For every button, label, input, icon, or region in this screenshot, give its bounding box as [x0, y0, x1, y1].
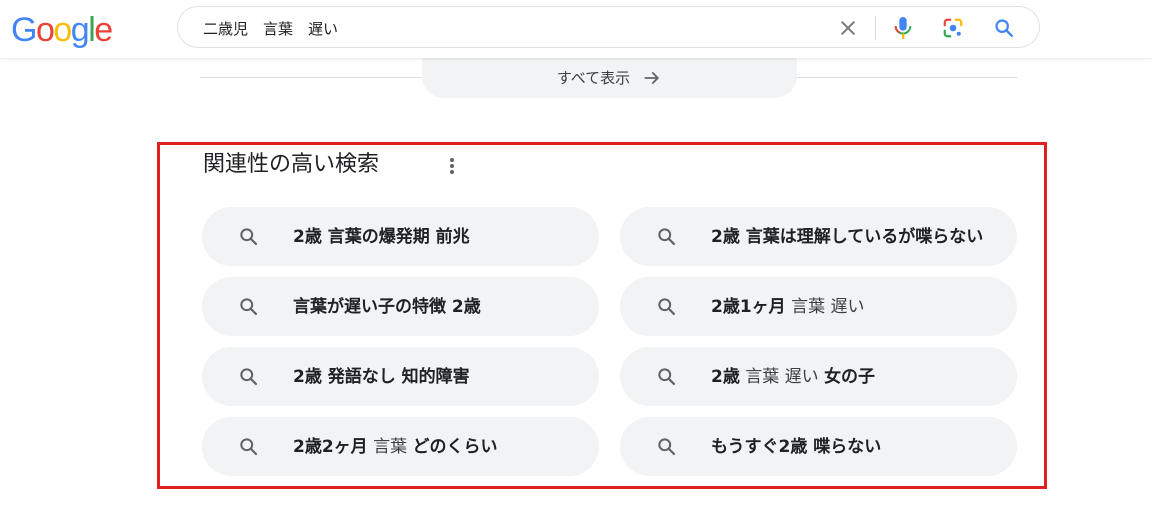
search-icon[interactable] — [992, 16, 1016, 40]
search-icon — [656, 226, 677, 247]
search-box-divider — [875, 16, 876, 40]
related-search-term: 言葉 遅い — [785, 296, 865, 317]
logo-letter: g — [70, 11, 90, 49]
search-icon — [656, 366, 677, 387]
show-all-label: すべて表示 — [556, 69, 631, 87]
microphone-icon[interactable] — [891, 16, 915, 40]
related-search-term-bold: 2歳 — [711, 366, 740, 387]
related-search-label: 2歳 言葉の爆発期 前兆 — [293, 207, 577, 266]
related-search-chip[interactable]: もうすぐ2歳 喋らない — [620, 417, 1017, 476]
related-search-term: 言葉 — [367, 436, 413, 457]
related-search-chip[interactable]: 2歳 言葉 遅い 女の子 — [620, 347, 1017, 406]
related-search-label: 言葉が遅い子の特徴 2歳 — [293, 277, 577, 336]
related-search-chip[interactable]: 言葉が遅い子の特徴 2歳 — [202, 277, 599, 336]
related-search-chip[interactable]: 2歳 言葉の爆発期 前兆 — [202, 207, 599, 266]
related-search-text: 2歳 言葉 遅い 女の子 — [711, 363, 875, 391]
related-search-text: 2歳2ヶ月 言葉 どのくらい — [293, 433, 497, 461]
related-search-label: 2歳1ヶ月 言葉 遅い — [711, 277, 995, 336]
related-search-term-bold: 2歳 発語なし 知的障害 — [293, 366, 470, 387]
logo-letter: o — [35, 11, 55, 49]
related-search-term: 言葉 遅い — [739, 366, 825, 387]
search-box — [177, 6, 1040, 48]
related-search-text: 2歳 言葉の爆発期 前兆 — [293, 223, 470, 251]
search-icon — [238, 436, 259, 457]
related-search-label: もうすぐ2歳 喋らない — [711, 417, 995, 476]
search-icon — [238, 296, 259, 317]
related-search-term-bold: 言葉が遅い子の特徴 2歳 — [293, 296, 481, 317]
related-search-term-bold: 2歳1ヶ月 — [711, 296, 786, 317]
related-search-text: 言葉が遅い子の特徴 2歳 — [293, 293, 481, 321]
search-icon — [656, 296, 677, 317]
related-search-term-bold: 2歳2ヶ月 — [293, 436, 368, 457]
google-logo[interactable]: Google — [11, 10, 113, 50]
related-searches-title: 関連性の高い検索 — [203, 152, 380, 177]
related-search-term-bold: 2歳 言葉は理解しているが喋らない — [711, 226, 984, 247]
related-search-term-bold: 2歳 言葉の爆発期 前兆 — [293, 226, 470, 247]
related-search-term-bold: 女の子 — [824, 366, 876, 387]
related-search-term-bold: どのくらい — [412, 436, 498, 457]
close-icon[interactable] — [836, 16, 860, 40]
related-search-label: 2歳2ヶ月 言葉 どのくらい — [293, 417, 577, 476]
related-search-chip[interactable]: 2歳 言葉は理解しているが喋らない — [620, 207, 1017, 266]
related-search-label: 2歳 言葉 遅い 女の子 — [711, 347, 995, 406]
search-input[interactable] — [203, 15, 823, 41]
related-search-text: 2歳 発語なし 知的障害 — [293, 363, 470, 391]
related-search-label: 2歳 言葉は理解しているが喋らない — [711, 207, 995, 266]
search-icon — [238, 226, 259, 247]
logo-letter: o — [53, 11, 72, 49]
related-search-term-bold: もうすぐ2歳 喋らない — [711, 436, 882, 457]
related-search-chip[interactable]: 2歳2ヶ月 言葉 どのくらい — [202, 417, 599, 476]
related-search-text: もうすぐ2歳 喋らない — [711, 433, 881, 461]
related-search-chip[interactable]: 2歳1ヶ月 言葉 遅い — [620, 277, 1017, 336]
show-all-button[interactable]: すべて表示 — [422, 57, 797, 98]
camera-lens-icon[interactable] — [941, 16, 965, 40]
search-icon — [238, 366, 259, 387]
related-search-label: 2歳 発語なし 知的障害 — [293, 347, 577, 406]
search-results-page: Google 二歳児 言葉 遅い すべて表示 関連性の高い検索 2歳 言葉の爆発… — [0, 0, 1152, 515]
logo-letter: G — [11, 11, 37, 49]
arrow-right-icon — [642, 68, 662, 88]
related-search-text: 2歳1ヶ月 言葉 遅い — [711, 293, 864, 321]
logo-letter: e — [94, 11, 113, 49]
related-search-chip[interactable]: 2歳 発語なし 知的障害 — [202, 347, 599, 406]
three-dots-vertical-icon[interactable] — [441, 154, 463, 178]
search-header: Google — [0, 0, 1152, 58]
search-icon — [656, 436, 677, 457]
related-search-text: 2歳 言葉は理解しているが喋らない — [711, 223, 983, 251]
